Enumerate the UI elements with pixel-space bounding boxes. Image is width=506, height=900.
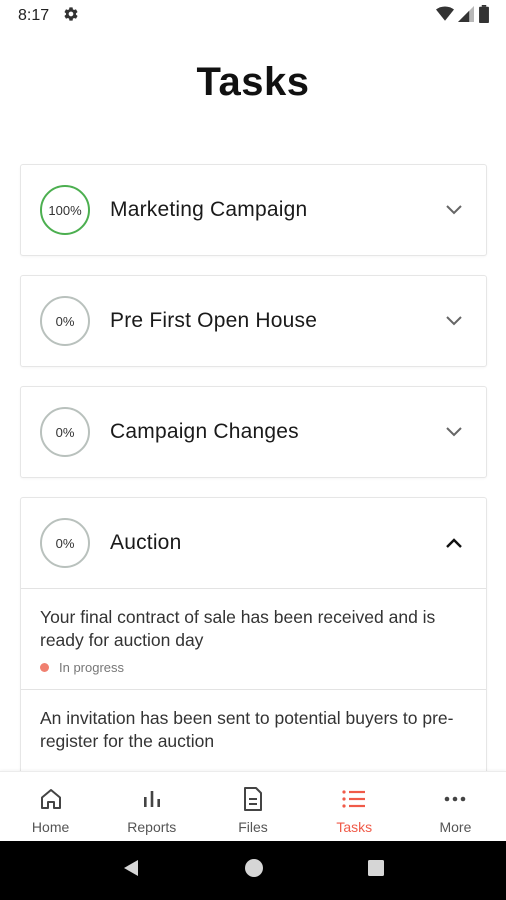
task-title: Auction: [110, 531, 182, 554]
task-header[interactable]: 0% Auction: [21, 498, 486, 588]
bottom-nav: Home Reports Files Tasks More: [0, 771, 506, 841]
more-icon: [443, 786, 467, 812]
chevron-up-icon[interactable]: [444, 533, 464, 553]
progress-ring: 0%: [40, 518, 90, 568]
home-icon: [39, 786, 63, 812]
nav-item-files[interactable]: Files: [202, 772, 303, 841]
page-title: Tasks: [196, 60, 310, 104]
task-card-campaign-changes: 0% Campaign Changes: [20, 386, 487, 478]
status-bar: 8:17: [0, 0, 506, 32]
subtask-text: An invitation has been sent to potential…: [40, 708, 454, 751]
task-header[interactable]: 0% Campaign Changes: [21, 387, 486, 477]
nav-item-more[interactable]: More: [405, 772, 506, 841]
clock: 8:17: [18, 7, 50, 24]
subtask-text: Your final contract of sale has been rec…: [40, 607, 436, 650]
task-title: Campaign Changes: [110, 420, 299, 443]
nav-label: Reports: [127, 819, 177, 835]
nav-label: Files: [238, 819, 268, 835]
task-card-marketing-campaign: 100% Marketing Campaign: [20, 164, 487, 256]
subtask-item[interactable]: Your final contract of sale has been rec…: [21, 588, 486, 689]
progress-ring: 100%: [40, 185, 90, 235]
task-header[interactable]: 100% Marketing Campaign: [21, 165, 486, 255]
status-badge: In progress: [40, 660, 467, 675]
home-circle-icon[interactable]: [244, 858, 264, 883]
signal-icon: [458, 5, 474, 27]
list-icon: [341, 786, 367, 812]
task-header[interactable]: 0% Pre First Open House: [21, 276, 486, 366]
progress-ring: 0%: [40, 296, 90, 346]
file-icon: [242, 786, 264, 812]
bar-chart-icon: [140, 786, 164, 812]
progress-ring: 0%: [40, 407, 90, 457]
back-icon[interactable]: [121, 858, 141, 883]
nav-label: More: [439, 819, 472, 835]
task-title: Pre First Open House: [110, 309, 318, 332]
status-label: In progress: [59, 660, 125, 675]
nav-item-reports[interactable]: Reports: [101, 772, 202, 841]
task-card-pre-first-open-house: 0% Pre First Open House: [20, 275, 487, 367]
battery-icon: [478, 4, 490, 28]
chevron-down-icon[interactable]: [444, 422, 464, 442]
nav-label: Tasks: [336, 819, 373, 835]
nav-item-home[interactable]: Home: [0, 772, 101, 841]
settings-icon: [63, 6, 79, 27]
task-title: Marketing Campaign: [110, 198, 308, 221]
nav-item-tasks[interactable]: Tasks: [304, 772, 405, 841]
subtask-item[interactable]: An invitation has been sent to potential…: [21, 689, 486, 767]
wifi-icon: [436, 6, 454, 27]
task-card-auction: 0% Auction Your final contract of sale h…: [20, 497, 487, 787]
nav-label: Home: [31, 819, 70, 835]
chevron-down-icon[interactable]: [444, 200, 464, 220]
recents-icon[interactable]: [367, 859, 385, 882]
chevron-down-icon[interactable]: [444, 311, 464, 331]
status-dot: [40, 663, 49, 672]
system-nav-bar: [0, 841, 506, 900]
